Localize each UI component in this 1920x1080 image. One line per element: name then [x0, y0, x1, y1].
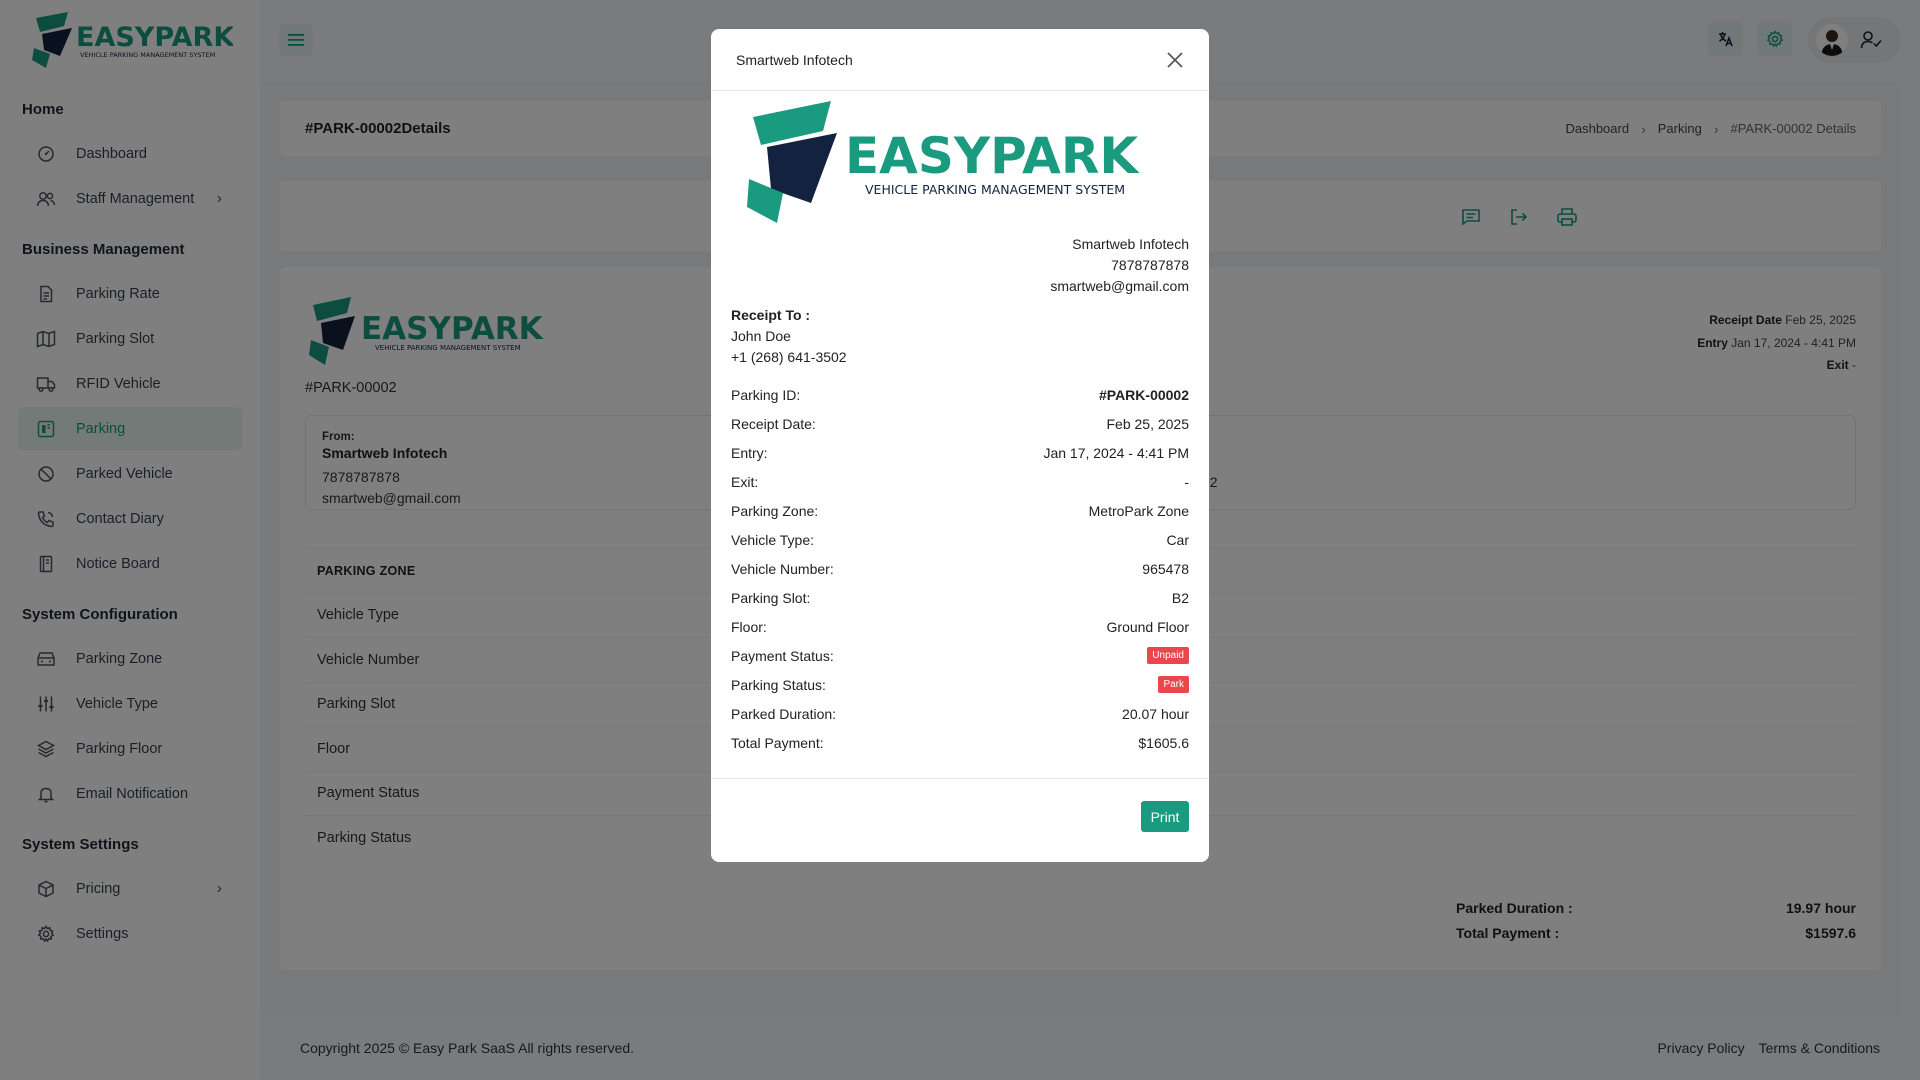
receipt-row-label: Vehicle Number:: [731, 560, 834, 577]
receipt-to-label: Receipt To :: [731, 307, 811, 323]
receipt-row-parked-duration: Parked Duration: 20.07 hour: [731, 699, 1189, 728]
receipt-row-exit: Exit: -: [731, 467, 1189, 496]
receipt-row-value: -: [1184, 473, 1189, 490]
receipt-row-value: #PARK-00002: [1098, 386, 1189, 403]
receipt-row-value: $1605.6: [1138, 734, 1189, 751]
receipt-row-value: Ground Floor: [1106, 618, 1189, 635]
modal-close-button[interactable]: [1163, 48, 1187, 72]
receipt-to-phone: +1 (268) 641-3502: [731, 349, 847, 365]
receipt-row-label: Floor:: [731, 618, 767, 635]
receipt-row-value: Jan 17, 2024 - 4:41 PM: [1043, 444, 1189, 461]
receipt-row-vehicle-number: Vehicle Number: 965478: [731, 554, 1189, 583]
receipt-row-label: Payment Status:: [731, 647, 834, 664]
receipt-row-label: Exit:: [731, 473, 759, 490]
print-receipt-button[interactable]: Print: [1141, 801, 1189, 832]
receipt-row-parking-id: Parking ID: #PARK-00002: [731, 380, 1189, 409]
company-phone: 7878787878: [1111, 257, 1189, 273]
receipt-row-floor: Floor: Ground Floor: [731, 612, 1189, 641]
receipt-row-value: 20.07 hour: [1122, 705, 1189, 722]
receipt-row-label: Parking Zone:: [731, 502, 819, 519]
modal-title: Smartweb Infotech: [736, 51, 853, 68]
receipt-logo-wordmark: EASYPARK: [845, 127, 1140, 185]
receipt-modal: Smartweb Infotech EASYPARK VEHICLE PARKI…: [711, 29, 1209, 862]
receipt-company: Smartweb Infotech 7878787878 smartweb@gm…: [731, 234, 1189, 297]
receipt-row-total-payment: Total Payment: $1605.6: [731, 728, 1189, 757]
modal-body: EASYPARK VEHICLE PARKING MANAGEMENT SYST…: [711, 99, 1209, 757]
status-badge: Park: [1158, 676, 1189, 693]
receipt-details: Parking ID: #PARK-00002 Receipt Date: Feb 2…: [731, 380, 1189, 757]
receipt-row-vehicle-type: Vehicle Type: Car: [731, 525, 1189, 554]
receipt-row-label: Entry:: [731, 444, 768, 461]
receipt-row-value: MetroPark Zone: [1088, 502, 1189, 519]
close-icon: [1167, 51, 1183, 68]
receipt-row-value: 965478: [1142, 560, 1189, 577]
company-email: smartweb@gmail.com: [1050, 278, 1189, 294]
receipt-row-parking-status: Parking Status: Park: [731, 670, 1189, 699]
receipt-row-value: Feb 25, 2025: [1106, 415, 1189, 432]
receipt-row-label: Parked Duration:: [731, 705, 837, 722]
receipt-row-entry: Entry: Jan 17, 2024 - 4:41 PM: [731, 438, 1189, 467]
receipt-row-parking-zone: Parking Zone: MetroPark Zone: [731, 496, 1189, 525]
receipt-logo-tagline: VEHICLE PARKING MANAGEMENT SYSTEM: [865, 182, 1125, 197]
receipt-row-label: Total Payment:: [731, 734, 824, 751]
receipt-row-label: Vehicle Type:: [731, 531, 815, 548]
company-name: Smartweb Infotech: [1072, 236, 1189, 252]
status-badge: Unpaid: [1147, 647, 1189, 664]
receipt-row-receipt-date: Receipt Date: Feb 25, 2025: [731, 409, 1189, 438]
receipt-row-label: Parking ID:: [731, 386, 801, 403]
receipt-logo: EASYPARK VEHICLE PARKING MANAGEMENT SYST…: [739, 99, 1189, 232]
receipt-row-label: Parking Status:: [731, 676, 826, 693]
receipt-to-name: John Doe: [731, 328, 791, 344]
receipt-row-value: Car: [1166, 531, 1189, 548]
receipt-row-payment-status: Payment Status: Unpaid: [731, 641, 1189, 670]
receipt-row-value: B2: [1171, 589, 1189, 606]
receipt-row-parking-slot: Parking Slot: B2: [731, 583, 1189, 612]
modal-header: Smartweb Infotech: [711, 29, 1209, 91]
modal-footer: Print: [711, 778, 1209, 862]
receipt-row-label: Receipt Date:: [731, 415, 816, 432]
receipt-to: Receipt To : John Doe +1 (268) 641-3502: [731, 305, 1189, 368]
receipt-row-label: Parking Slot:: [731, 589, 811, 606]
